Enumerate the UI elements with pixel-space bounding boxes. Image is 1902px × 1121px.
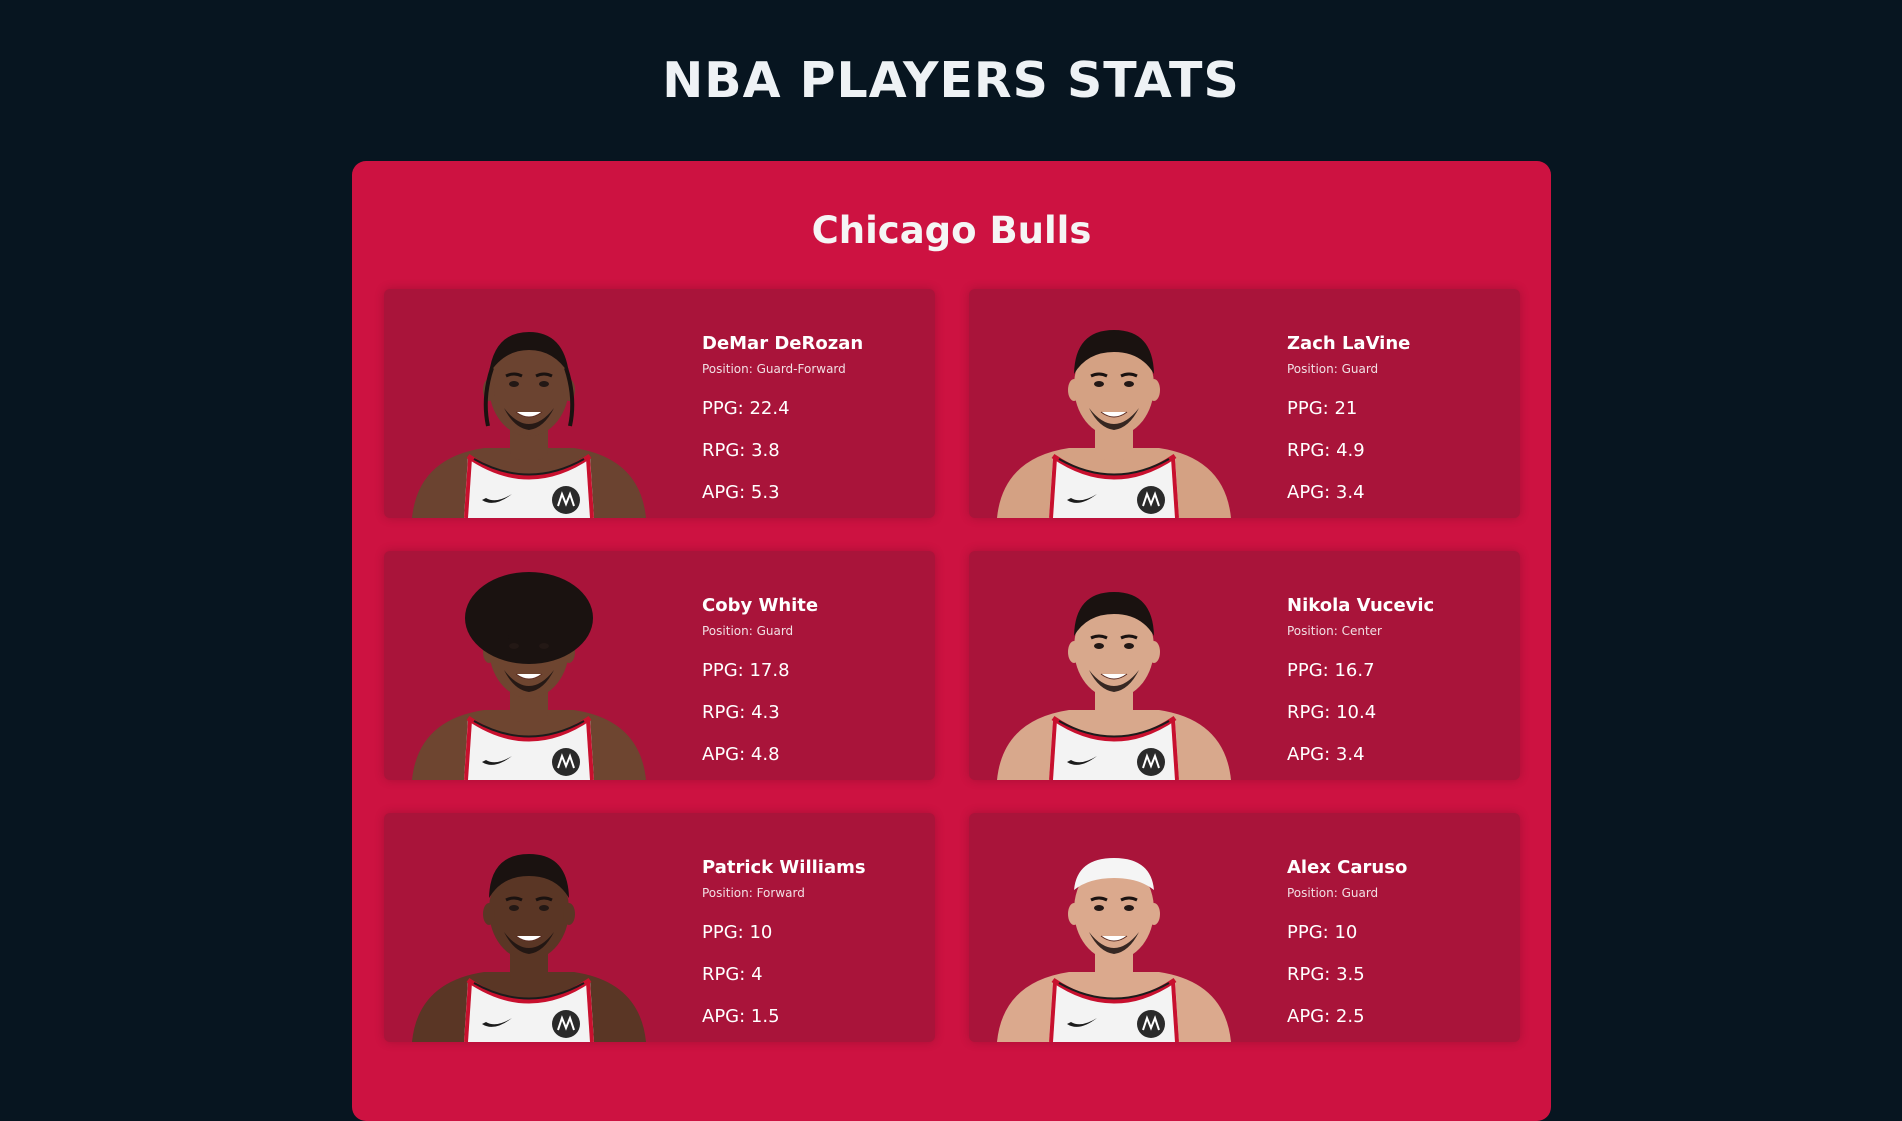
player-card[interactable]: Coby White Position: Guard PPG: 17.8 RPG… <box>384 551 935 780</box>
sponsor-logo-icon <box>552 486 580 514</box>
player-position: Position: Guard <box>702 624 794 638</box>
player-apg: APG: 3.4 <box>1287 482 1365 503</box>
player-portrait <box>412 572 646 780</box>
player-portrait <box>997 592 1231 780</box>
player-rpg: RPG: 4.9 <box>1287 440 1365 461</box>
player-card[interactable]: Patrick Williams Position: Forward PPG: … <box>384 813 935 1042</box>
player-card[interactable]: Zach LaVine Position: Guard PPG: 21 RPG:… <box>969 289 1520 518</box>
player-rpg: RPG: 10.4 <box>1287 702 1377 723</box>
player-position: Position: Center <box>1287 624 1382 638</box>
player-card[interactable]: Alex Caruso Position: Guard PPG: 10 RPG:… <box>969 813 1520 1042</box>
player-portrait <box>412 332 646 518</box>
sponsor-logo-icon <box>552 748 580 776</box>
player-position: Position: Guard <box>1287 362 1379 376</box>
player-position: Position: Forward <box>702 886 805 900</box>
sponsor-logo-icon <box>552 1010 580 1038</box>
player-portrait <box>412 854 646 1042</box>
player-card[interactable]: Nikola Vucevic Position: Center PPG: 16.… <box>969 551 1520 780</box>
player-rpg: RPG: 3.8 <box>702 440 780 461</box>
player-position: Position: Guard <box>1287 886 1379 900</box>
player-apg: APG: 2.5 <box>1287 1006 1365 1027</box>
player-rpg: RPG: 4.3 <box>702 702 780 723</box>
page-title: NBA PLAYERS STATS <box>662 52 1240 109</box>
player-ppg: PPG: 17.8 <box>702 660 790 681</box>
player-info: Patrick Williams Position: Forward PPG: … <box>702 857 866 1028</box>
player-position: Position: Guard-Forward <box>702 362 846 376</box>
player-rpg: RPG: 4 <box>702 964 763 985</box>
player-ppg: PPG: 16.7 <box>1287 660 1375 681</box>
sponsor-logo-icon <box>1137 486 1165 514</box>
player-name: Alex Caruso <box>1287 857 1408 878</box>
team-name: Chicago Bulls <box>811 209 1092 252</box>
player-info: DeMar DeRozan Position: Guard-Forward PP… <box>702 333 863 504</box>
sponsor-logo-icon <box>1137 1010 1165 1038</box>
player-apg: APG: 4.8 <box>702 744 780 765</box>
player-card[interactable]: DeMar DeRozan Position: Guard-Forward PP… <box>384 289 935 518</box>
sponsor-logo-icon <box>1137 748 1165 776</box>
player-portrait <box>997 858 1231 1042</box>
player-apg: APG: 5.3 <box>702 482 780 503</box>
player-name: Coby White <box>702 595 819 616</box>
player-name: DeMar DeRozan <box>702 333 864 354</box>
player-info: Zach LaVine Position: Guard PPG: 21 RPG:… <box>1287 333 1410 504</box>
player-rpg: RPG: 3.5 <box>1287 964 1365 985</box>
player-ppg: PPG: 10 <box>702 922 773 943</box>
player-name: Nikola Vucevic <box>1287 595 1435 616</box>
player-info: Coby White Position: Guard PPG: 17.8 RPG… <box>702 595 818 766</box>
player-name: Patrick Williams <box>702 857 866 878</box>
player-info: Alex Caruso Position: Guard PPG: 10 RPG:… <box>1287 857 1407 1028</box>
player-ppg: PPG: 10 <box>1287 922 1358 943</box>
team-panel: Chicago Bulls DeMar DeRozan Position: Gu… <box>352 161 1551 1121</box>
player-ppg: PPG: 21 <box>1287 398 1358 419</box>
player-ppg: PPG: 22.4 <box>702 398 790 419</box>
player-apg: APG: 3.4 <box>1287 744 1365 765</box>
player-info: Nikola Vucevic Position: Center PPG: 16.… <box>1287 595 1434 766</box>
player-grid: DeMar DeRozan Position: Guard-Forward PP… <box>384 289 1520 1042</box>
player-name: Zach LaVine <box>1287 333 1411 354</box>
player-apg: APG: 1.5 <box>702 1006 780 1027</box>
player-portrait <box>997 330 1231 518</box>
